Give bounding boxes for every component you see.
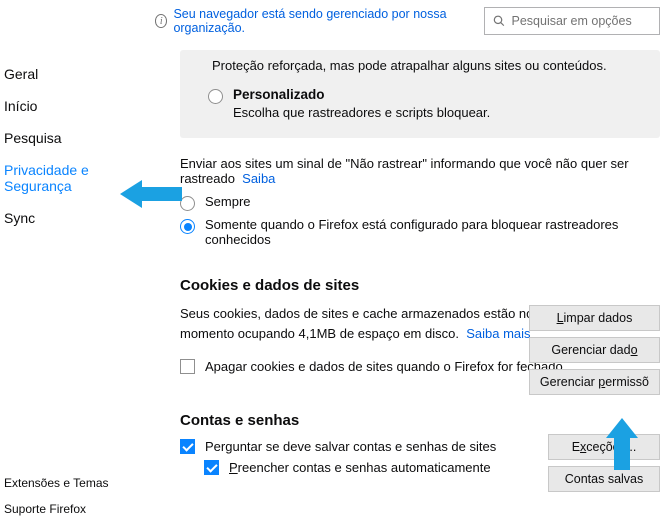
info-icon: i xyxy=(155,14,167,28)
cookies-desc: Seus cookies, dados de sites e cache arm… xyxy=(180,304,540,343)
sidebar-item-support[interactable]: Suporte Firefox xyxy=(0,496,140,522)
checkbox-clear-on-close[interactable] xyxy=(180,359,195,374)
sidebar-item-home[interactable]: Início xyxy=(0,90,140,122)
prev-option-desc: Proteção reforçada, mas pode atrapalhar … xyxy=(212,58,632,73)
checkbox-ask-save-label: Perguntar se deve salvar contas e senhas… xyxy=(205,439,496,454)
radio-custom[interactable] xyxy=(208,89,223,104)
checkbox-autofill[interactable] xyxy=(204,460,219,475)
protection-level-banner: Proteção reforçada, mas pode atrapalhar … xyxy=(180,50,660,138)
search-icon xyxy=(493,14,505,28)
sidebar-item-general[interactable]: Geral xyxy=(0,58,140,90)
search-input-wrap[interactable] xyxy=(484,7,660,35)
sidebar-item-sync[interactable]: Sync xyxy=(0,202,140,234)
manage-permissions-button[interactable]: Gerenciar permissõ xyxy=(529,369,660,395)
radio-dnt-always[interactable] xyxy=(180,196,195,211)
checkbox-ask-save[interactable] xyxy=(180,439,195,454)
cookies-heading: Cookies e dados de sites xyxy=(180,277,660,294)
checkbox-clear-on-close-label: Apagar cookies e dados de sites quando o… xyxy=(205,359,563,374)
search-input[interactable] xyxy=(512,14,652,28)
radio-custom-title: Personalizado xyxy=(233,87,632,102)
logins-heading: Contas e senhas xyxy=(180,412,660,429)
sidebar-item-search[interactable]: Pesquisa xyxy=(0,122,140,154)
section-logins: Contas e senhas Exceções... Contas salva… xyxy=(180,412,660,475)
sidebar: Geral Início Pesquisa Privacidade e Segu… xyxy=(0,58,140,234)
manage-data-button[interactable]: Gerenciar dado xyxy=(529,337,660,363)
checkbox-autofill-label: Preencher contas e senhas automaticament… xyxy=(229,460,491,475)
radio-dnt-always-label: Sempre xyxy=(205,194,251,209)
annotation-arrow-permissions xyxy=(604,418,640,470)
dnt-learn-link[interactable]: Saiba xyxy=(242,171,275,186)
clear-data-button[interactable]: LLimpar dadosimpar dados xyxy=(529,305,660,331)
sidebar-item-privacy[interactable]: Privacidade e Segurança xyxy=(0,154,140,202)
content-area: Proteção reforçada, mas pode atrapalhar … xyxy=(180,50,660,528)
radio-dnt-known[interactable] xyxy=(180,219,195,234)
sidebar-item-extensions[interactable]: Extensões e Temas xyxy=(0,470,140,496)
managed-notice-link[interactable]: Seu navegador está sendo gerenciado por … xyxy=(173,7,476,35)
section-cookies: Cookies e dados de sites Seus cookies, d… xyxy=(180,277,660,374)
managed-notice: i Seu navegador está sendo gerenciado po… xyxy=(155,7,476,35)
dnt-description: Enviar aos sites um sinal de "Não rastre… xyxy=(180,156,660,186)
radio-dnt-known-label: Somente quando o Firefox está configurad… xyxy=(205,217,618,247)
cookies-learn-link[interactable]: Saiba mais xyxy=(466,326,530,341)
radio-custom-desc: Escolha que rastreadores e scripts bloqu… xyxy=(233,105,632,120)
annotation-arrow-privacy xyxy=(120,176,182,212)
sidebar-bottom: Extensões e Temas Suporte Firefox xyxy=(0,470,140,522)
